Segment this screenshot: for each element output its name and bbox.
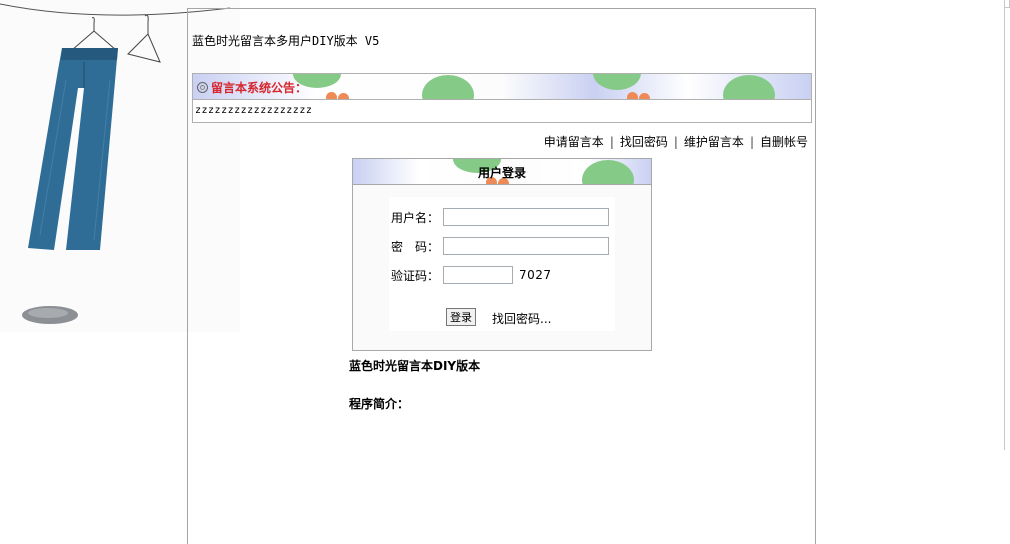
username-label: 用户名： — [391, 210, 440, 225]
program-title: 蓝色时光留言本DIY版本 — [349, 359, 481, 373]
announcement-title-text: 留言本系统公告： — [211, 81, 308, 95]
announcement-title: 留言本系统公告： — [197, 79, 307, 96]
top-links: 申请留言本 | 找回密码 | 维护留言本 | 自删帐号 — [544, 133, 808, 150]
captcha-label: 验证码： — [391, 268, 440, 283]
login-box: 用户登录 用户名： 密 码： 验证码： 7027 登录 找回密码... — [352, 158, 652, 351]
link-separator: | — [609, 134, 614, 149]
program-intro-label: 程序简介： — [349, 397, 410, 411]
page: 蓝色时光留言本多用户DIY版本 V5 留言本系统公告： zzzzzzzzzzzz… — [0, 0, 1010, 544]
forgot-password-link[interactable]: 找回密码... — [492, 310, 551, 327]
login-title: 用户登录 — [477, 166, 526, 180]
window-right-edge — [1004, 0, 1010, 450]
announcement-body: zzzzzzzzzzzzzzzzzz — [195, 105, 313, 116]
password-input[interactable] — [443, 237, 609, 255]
maintain-guestbook-link[interactable]: 维护留言本 — [684, 133, 744, 150]
delete-account-link[interactable]: 自删帐号 — [760, 133, 808, 150]
link-separator: | — [749, 134, 754, 149]
announcement-bullet-icon — [197, 82, 208, 93]
username-row: 用户名： — [391, 208, 609, 226]
find-password-link[interactable]: 找回密码 — [620, 133, 668, 150]
captcha-row: 验证码： 7027 — [391, 266, 552, 284]
captcha-input[interactable] — [443, 266, 513, 284]
login-form: 用户名： 密 码： 验证码： 7027 登录 找回密码... — [389, 197, 615, 331]
login-button[interactable]: 登录 — [446, 308, 476, 326]
site-title: 蓝色时光留言本多用户DIY版本 V5 — [192, 34, 380, 48]
password-label: 密 码： — [391, 239, 440, 254]
login-header: 用户登录 — [353, 159, 651, 185]
announcement-box: 留言本系统公告： zzzzzzzzzzzzzzzzzz — [192, 73, 812, 123]
link-separator: | — [673, 134, 678, 149]
captcha-code: 7027 — [519, 268, 552, 282]
announcement-header: 留言本系统公告： — [193, 74, 811, 100]
username-input[interactable] — [443, 208, 609, 226]
apply-guestbook-link[interactable]: 申请留言本 — [544, 133, 604, 150]
password-row: 密 码： — [391, 237, 609, 255]
